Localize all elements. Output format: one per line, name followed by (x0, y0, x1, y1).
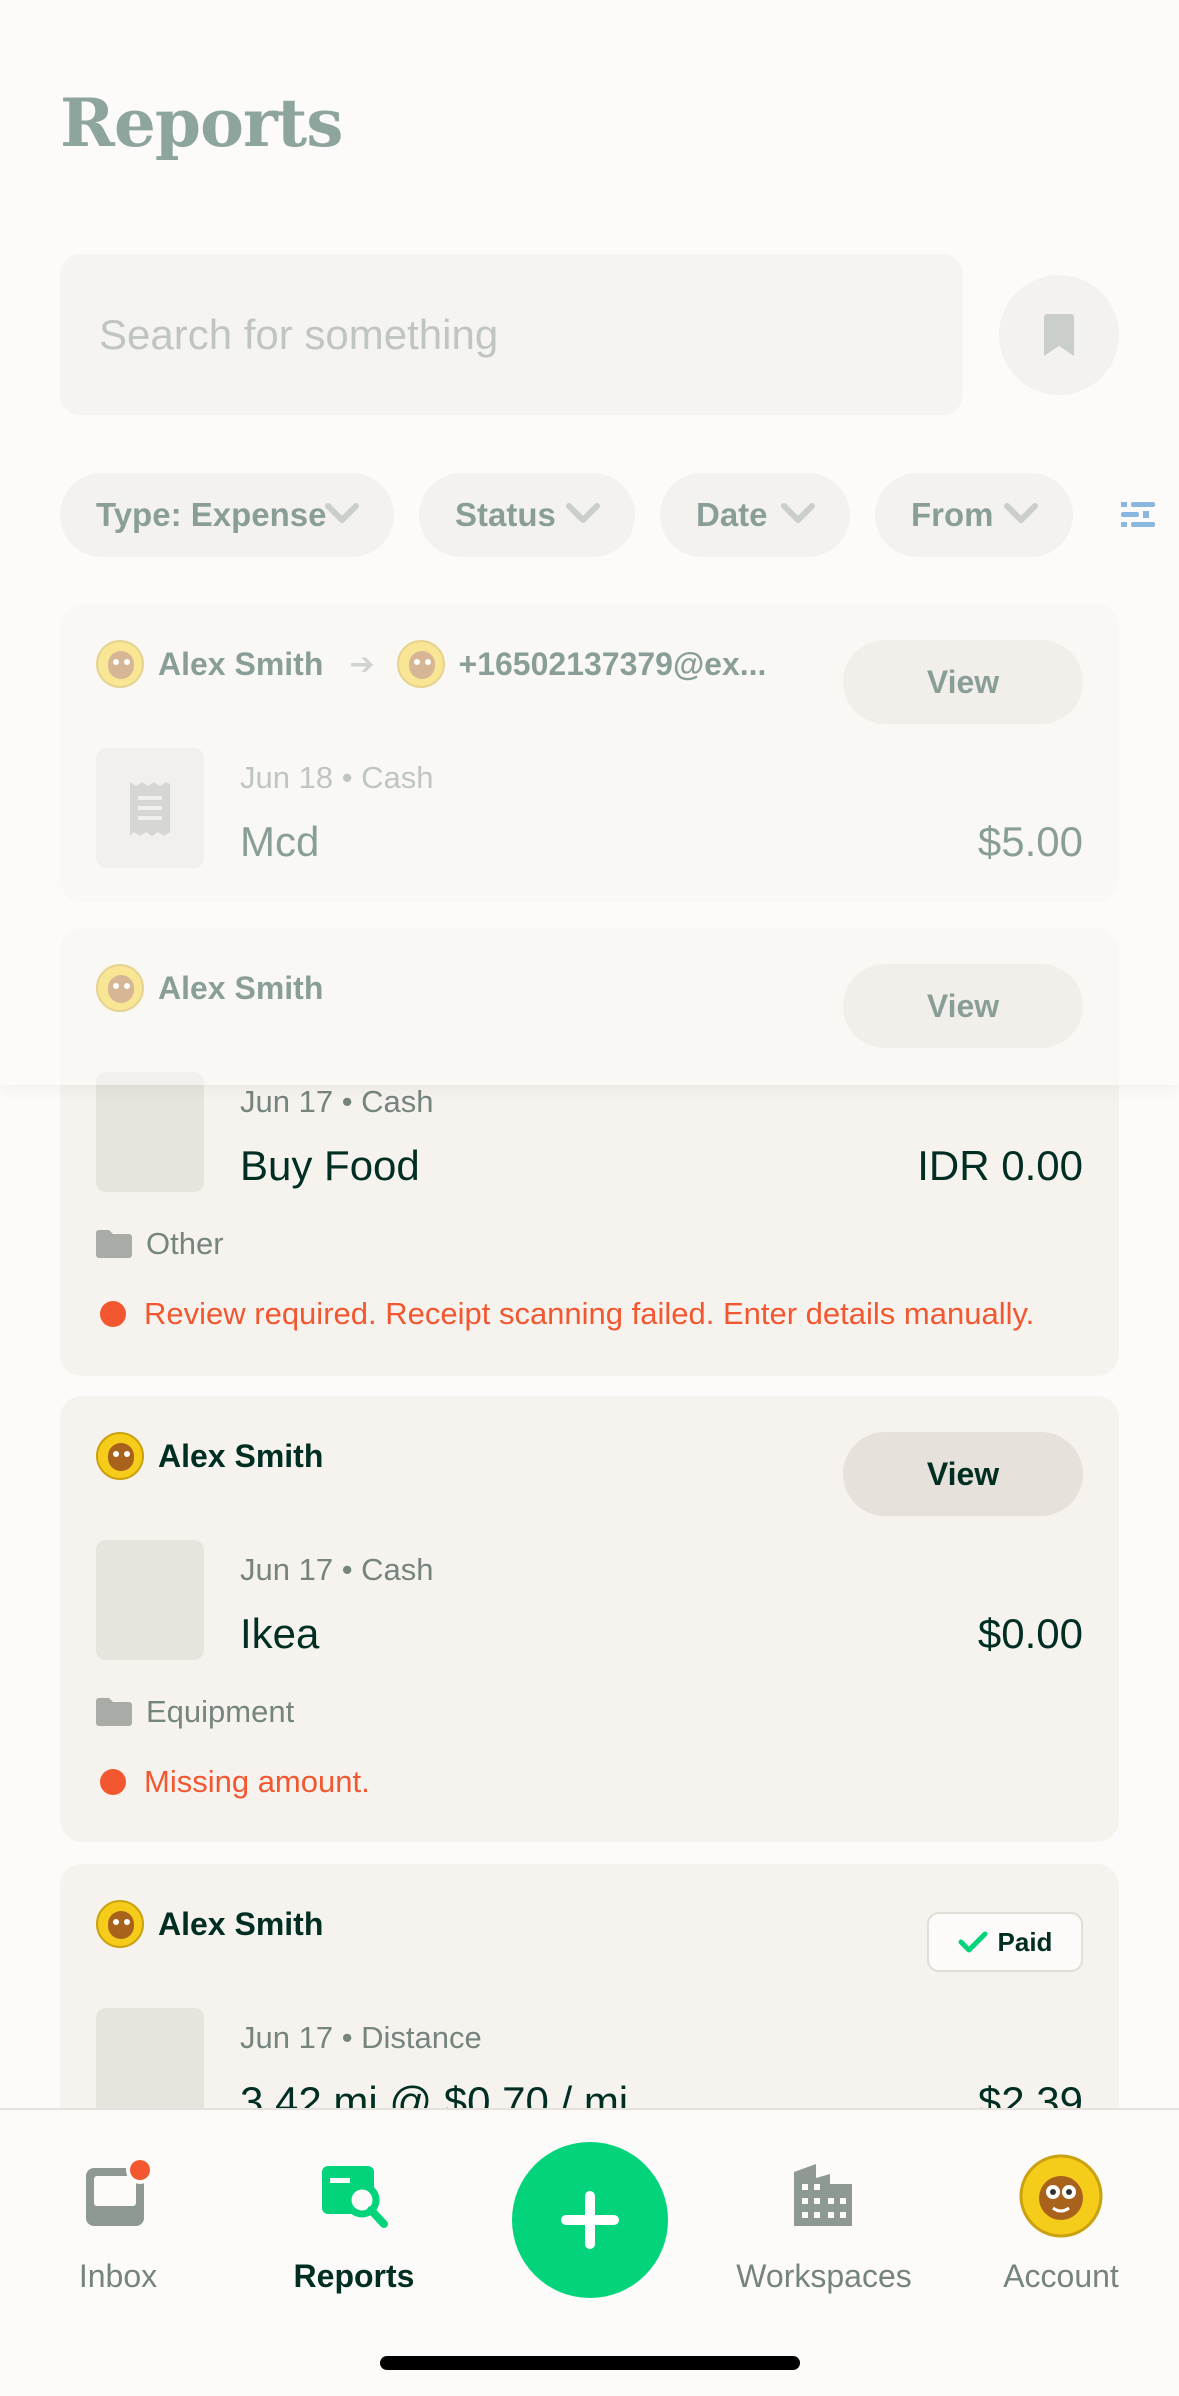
avatar-icon (1019, 2154, 1103, 2238)
filter-date-label: Date (696, 496, 768, 533)
building-icon (794, 2164, 852, 2226)
merchant-name: Ikea (240, 1610, 320, 1657)
from-name: Alex Smith (158, 1437, 324, 1474)
card-header: Alex Smith ➔ +16502137379@ex... (96, 640, 766, 688)
violation-message: Review required. Receipt scanning failed… (100, 1296, 1034, 1332)
filter-from[interactable]: From (875, 473, 1073, 557)
expense-amount: IDR 0.00 (917, 1142, 1083, 1189)
avatar (96, 1432, 144, 1480)
view-button[interactable]: View (843, 1432, 1083, 1516)
card-header: Alex Smith (96, 1900, 323, 1948)
saved-searches-button[interactable] (999, 275, 1119, 395)
filter-status[interactable]: Status (419, 473, 635, 557)
arrow-right-icon: ➔ (349, 647, 375, 681)
avatar (96, 1900, 144, 1948)
expense-meta: Jun 17 • Cash (240, 1084, 434, 1119)
search-placeholder: Search for something (99, 310, 499, 358)
category-label: Other (146, 1226, 224, 1261)
expense-card[interactable]: Alex Smith View Jun 17 • Cash Ikea $0.00… (60, 1396, 1119, 1842)
expense-category: Other (96, 1226, 224, 1262)
search-input[interactable]: Search for something (60, 254, 963, 415)
expense-amount: $5.00 (977, 818, 1083, 865)
tab-label: Account (1003, 2258, 1119, 2294)
receipt-thumbnail (96, 1540, 204, 1660)
bookmark-icon (1044, 314, 1074, 356)
chevron-down-icon (566, 503, 600, 523)
violation-text: Missing amount. (144, 1764, 370, 1799)
to-name: +16502137379@ex... (458, 645, 767, 682)
receipt-thumbnail (96, 1072, 204, 1192)
expense-category: Equipment (96, 1694, 294, 1730)
avatar (396, 640, 445, 688)
filter-bar: Type: Expense Status Date From (60, 473, 1179, 557)
from-name: Alex Smith (158, 645, 324, 682)
receipt-thumbnail (96, 748, 204, 868)
expense-meta: Jun 17 • Distance (240, 2020, 482, 2055)
filter-type[interactable]: Type: Expense (60, 473, 394, 557)
status-badge: Paid (927, 1912, 1083, 1972)
from-name: Alex Smith (158, 1905, 324, 1942)
expense-meta: Jun 18 • Cash (240, 760, 434, 795)
category-label: Equipment (146, 1694, 295, 1729)
merchant-name: Buy Food (240, 1142, 420, 1189)
error-dot-icon (100, 1769, 126, 1795)
expense-meta: Jun 17 • Cash (240, 1552, 434, 1587)
tab-label: Reports (293, 2258, 415, 2294)
filter-settings-icon[interactable] (1121, 500, 1155, 528)
expense-card[interactable]: Alex Smith ➔ +16502137379@ex... View Jun… (60, 604, 1119, 902)
tab-label: Workspaces (736, 2258, 912, 2294)
chevron-down-icon (325, 503, 359, 523)
violation-message: Missing amount. (100, 1764, 370, 1800)
expense-amount: $0.00 (977, 1610, 1083, 1657)
view-button[interactable]: View (843, 640, 1083, 724)
home-indicator (380, 2356, 800, 2370)
folder-icon (96, 1698, 132, 1726)
receipt-icon (130, 782, 170, 836)
error-dot-icon (100, 1301, 126, 1327)
chevron-down-icon (781, 503, 815, 523)
checkmark-icon (958, 1931, 988, 1953)
inbox-icon (86, 2156, 154, 2226)
chevron-down-icon (1004, 503, 1038, 523)
from-name: Alex Smith (158, 969, 324, 1006)
folder-icon (96, 1230, 132, 1258)
filter-date[interactable]: Date (660, 473, 850, 557)
avatar (96, 640, 144, 688)
violation-text: Review required. Receipt scanning failed… (144, 1296, 1035, 1331)
create-button[interactable] (512, 2142, 668, 2298)
bottom-tab-bar: Inbox Reports Workspaces Account (0, 2108, 1179, 2396)
reports-icon (322, 2166, 388, 2228)
page-title: Reports (60, 84, 343, 162)
filter-type-label: Type: Expense (96, 496, 327, 533)
avatar (96, 964, 144, 1012)
tab-label: Inbox (78, 2258, 158, 2294)
expense-card[interactable]: Alex Smith View Jun 17 • Cash Buy Food I… (60, 928, 1119, 1376)
view-button[interactable]: View (843, 964, 1083, 1048)
card-header: Alex Smith (96, 1432, 323, 1480)
filter-status-label: Status (455, 496, 556, 533)
filter-from-label: From (911, 496, 994, 533)
merchant-name: Mcd (240, 818, 320, 865)
status-label: Paid (997, 1926, 1053, 1957)
card-header: Alex Smith (96, 964, 323, 1012)
plus-icon (561, 2191, 619, 2249)
